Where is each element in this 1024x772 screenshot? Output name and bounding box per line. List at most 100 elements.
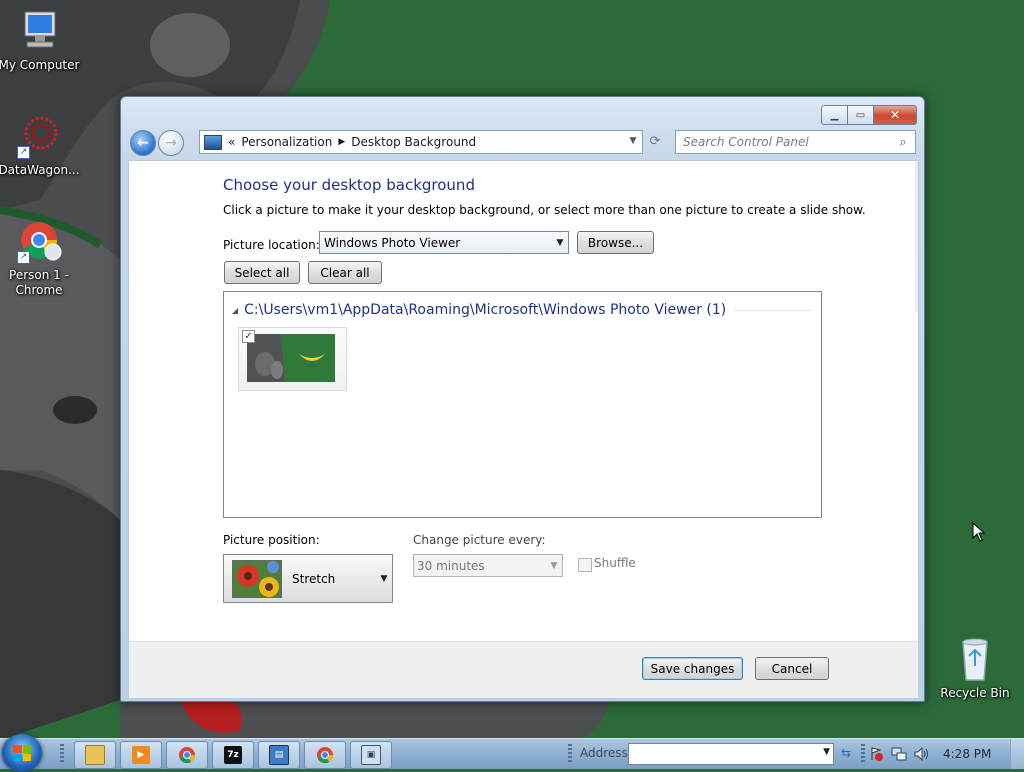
forward-arrow-icon: → <box>165 135 177 151</box>
search-input[interactable]: Search Control Panel ⌕ <box>675 130 916 154</box>
action-center-icon[interactable] <box>868 746 884 762</box>
address-dropdown-icon[interactable]: ▼ <box>626 133 640 149</box>
folder-path: C:\Users\vm1\AppData\Roaming\Microsoft\W… <box>244 302 727 318</box>
caption-buttons: ▁ ▭ ✕ <box>821 105 917 125</box>
taskbar-explorer[interactable] <box>74 741 116 769</box>
desktop-icon-recycle-bin[interactable]: Recycle Bin <box>933 636 1017 701</box>
window-icon: ▣ <box>361 745 381 765</box>
control-panel-icon <box>204 134 222 150</box>
chevron-down-icon: ▼ <box>550 560 558 571</box>
folder-group-header[interactable]: ◢ C:\Users\vm1\AppData\Roaming\Microsoft… <box>232 302 812 318</box>
breadcrumb-desktop-background[interactable]: Desktop Background <box>351 135 476 149</box>
desktop-background-window: ▁ ▭ ✕ ← → « Personalization ▶ Desktop Ba… <box>120 96 925 702</box>
dialog-footer: Save changes Cancel <box>129 641 918 698</box>
picture-location-label: Picture location: <box>223 238 320 252</box>
browse-button[interactable]: Browse... <box>577 231 654 254</box>
desktop-icon-label: DataWagon... <box>0 163 80 177</box>
breadcrumb-overflow[interactable]: « <box>228 135 235 149</box>
picture-thumbnail[interactable]: ✓ <box>238 327 347 391</box>
computer-icon <box>15 8 63 56</box>
desktop-icon-label: Person 1 - Chrome <box>9 268 69 297</box>
chevron-down-icon[interactable]: ▼ <box>823 747 830 757</box>
thumbnail-checkbox[interactable]: ✓ <box>242 330 255 343</box>
breadcrumb-personalization[interactable]: Personalization <box>241 135 332 149</box>
desktop-icon-my-computer[interactable]: My Computer <box>0 8 81 73</box>
breadcrumb-separator-icon[interactable]: ▶ <box>338 137 345 147</box>
picture-position-label: Picture position: <box>223 533 320 547</box>
close-button[interactable]: ✕ <box>874 105 917 125</box>
mouse-cursor-icon <box>972 522 986 542</box>
clock[interactable]: 4:28 PM <box>943 747 991 761</box>
forward-button[interactable]: → <box>158 130 184 156</box>
picture-location-value: Windows Photo Viewer <box>324 235 461 250</box>
taskbar-grip[interactable] <box>60 744 64 764</box>
search-placeholder: Search Control Panel <box>683 135 809 149</box>
control-panel-icon: ▤ <box>269 745 289 765</box>
minimize-icon: ▁ <box>830 109 839 121</box>
page-title: Choose your desktop background <box>223 176 475 194</box>
save-changes-button[interactable]: Save changes <box>642 657 743 680</box>
clear-all-button[interactable]: Clear all <box>308 261 382 284</box>
taskbar-address-input[interactable]: ▼ <box>628 743 834 765</box>
shuffle-checkbox[interactable] <box>578 558 592 572</box>
picture-list[interactable]: ◢ C:\Users\vm1\AppData\Roaming\Microsoft… <box>223 291 822 518</box>
chrome-icon <box>179 747 196 764</box>
refresh-button[interactable]: ⟳ <box>644 130 666 152</box>
taskbar-chrome[interactable] <box>166 741 208 769</box>
toolbar-grip[interactable] <box>568 744 572 764</box>
shortcut-arrow-icon: ↗ <box>17 251 30 264</box>
change-interval-select[interactable]: 30 minutes ▼ <box>413 554 563 577</box>
picture-location-select[interactable]: Windows Photo Viewer ▼ <box>319 231 569 254</box>
breadcrumb-address-bar[interactable]: « Personalization ▶ Desktop Background ▼ <box>199 130 643 154</box>
flower-preview-icon <box>232 559 282 598</box>
explorer-icon <box>85 745 105 765</box>
go-button[interactable]: ⇆ <box>837 744 855 762</box>
taskbar-address-label: Address <box>580 746 628 760</box>
page-description: Click a picture to make it your desktop … <box>223 203 866 217</box>
select-all-button[interactable]: Select all <box>224 261 300 284</box>
datawagon-icon: ↗ <box>15 113 63 161</box>
go-arrow-icon: ⇆ <box>840 746 852 760</box>
taskbar-control-panel[interactable]: ▤ <box>258 741 300 769</box>
taskbar-7zip[interactable]: 7z <box>212 741 254 769</box>
tray-grip[interactable] <box>861 744 865 764</box>
group-divider <box>734 309 812 311</box>
content-panel: Choose your desktop background Click a p… <box>128 160 919 698</box>
desktop-icon-label: My Computer <box>0 58 80 72</box>
shortcut-arrow-icon: ↗ <box>17 146 30 159</box>
collapse-triangle-icon[interactable]: ◢ <box>232 306 238 315</box>
taskbar-chrome-profile[interactable] <box>304 741 346 769</box>
7zip-icon: 7z <box>224 746 242 764</box>
change-picture-label: Change picture every: <box>413 533 546 547</box>
refresh-icon: ⟳ <box>649 133 661 149</box>
picture-position-select[interactable]: Stretch ▼ <box>223 554 393 603</box>
chevron-down-icon: ▼ <box>556 237 564 248</box>
search-icon[interactable]: ⌕ <box>894 133 912 151</box>
minimize-button[interactable]: ▁ <box>821 105 848 125</box>
desktop-icon-label: Recycle Bin <box>940 686 1010 700</box>
taskbar-media-player[interactable]: ▶ <box>120 741 162 769</box>
chrome-icon: ↗ <box>15 218 63 266</box>
show-desktop-button[interactable] <box>1010 739 1024 769</box>
volume-icon[interactable] <box>914 746 930 762</box>
back-button[interactable]: ← <box>130 130 156 156</box>
windows-logo-icon <box>13 745 31 761</box>
desktop-icon-person1-chrome[interactable]: ↗ Person 1 - Chrome <box>0 218 81 298</box>
scrollbar[interactable] <box>915 161 918 311</box>
thumbnail-image <box>247 334 335 382</box>
taskbar: ▶ 7z ▤ ▣ Address ▼ ⇆ 4:28 PM <box>0 734 1024 772</box>
maximize-button[interactable]: ▭ <box>848 105 874 125</box>
chevron-down-icon: ▼ <box>380 573 388 584</box>
shuffle-label: Shuffle <box>594 556 636 570</box>
desktop-icon-datawagon[interactable]: ↗ DataWagon... <box>0 113 81 178</box>
close-icon: ✕ <box>889 108 901 122</box>
network-icon[interactable] <box>891 746 907 762</box>
media-player-icon: ▶ <box>132 746 150 764</box>
maximize-icon: ▭ <box>855 109 866 121</box>
start-button[interactable] <box>2 734 42 772</box>
picture-position-value: Stretch <box>292 571 336 586</box>
back-arrow-icon: ← <box>137 135 149 151</box>
cancel-button[interactable]: Cancel <box>755 657 829 680</box>
recycle-bin-icon <box>951 636 999 684</box>
taskbar-window[interactable]: ▣ <box>350 741 392 769</box>
